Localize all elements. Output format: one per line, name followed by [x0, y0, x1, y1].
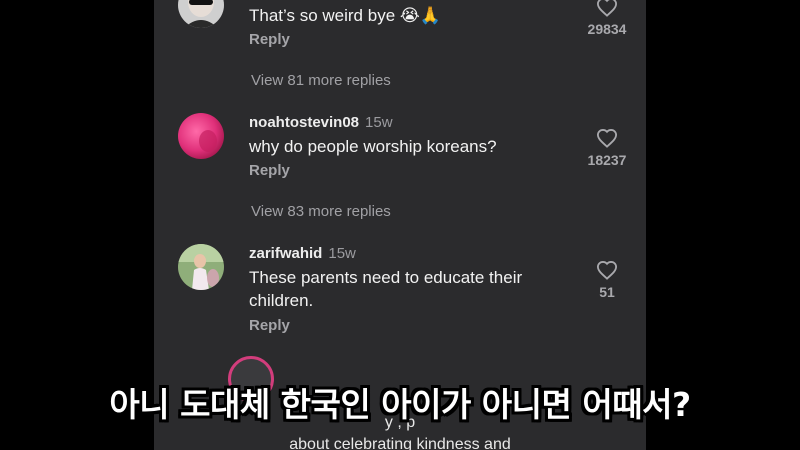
heart-outline-icon[interactable]: [596, 128, 618, 148]
avatar[interactable]: [178, 244, 224, 290]
comment-header: noahtostevin08 15w: [249, 114, 393, 131]
comment-text: why do people worship koreans?: [249, 137, 497, 156]
reply-button[interactable]: Reply: [249, 317, 290, 334]
emoji: 😭🙏: [399, 6, 441, 26]
timestamp: 15w: [328, 245, 356, 262]
reply-button[interactable]: Reply: [249, 31, 290, 48]
comment-header: zarifwahid 15w: [249, 245, 356, 262]
view-more-replies-link[interactable]: View 83 more replies: [251, 203, 391, 220]
video-subtitle: 아니 도대체 한국인 아이가 아니면 어때서?: [109, 385, 691, 424]
avatar[interactable]: [178, 0, 224, 28]
comment-text: These parents need to educate their chil…: [249, 268, 523, 310]
like-button[interactable]: 18237: [584, 128, 630, 168]
reply-button[interactable]: Reply: [249, 162, 290, 179]
like-button[interactable]: 51: [584, 260, 630, 300]
video-frame: That’s so weird bye 😭🙏 Reply 29834 View …: [0, 0, 800, 450]
comment-text: That’s so weird bye 😭🙏: [249, 6, 441, 26]
partial-comment-text: about celebrating kindness and: [289, 436, 511, 450]
heart-outline-icon[interactable]: [596, 0, 618, 17]
like-count: 29834: [587, 21, 627, 37]
heart-outline-icon[interactable]: [596, 260, 618, 280]
timestamp: 15w: [365, 114, 393, 131]
like-button[interactable]: 29834: [584, 0, 630, 37]
like-count: 51: [599, 284, 615, 300]
username[interactable]: noahtostevin08: [249, 114, 359, 131]
username[interactable]: zarifwahid: [249, 245, 322, 262]
view-more-replies-link[interactable]: View 81 more replies: [251, 72, 391, 89]
like-count: 18237: [587, 152, 627, 168]
avatar[interactable]: [178, 113, 224, 159]
